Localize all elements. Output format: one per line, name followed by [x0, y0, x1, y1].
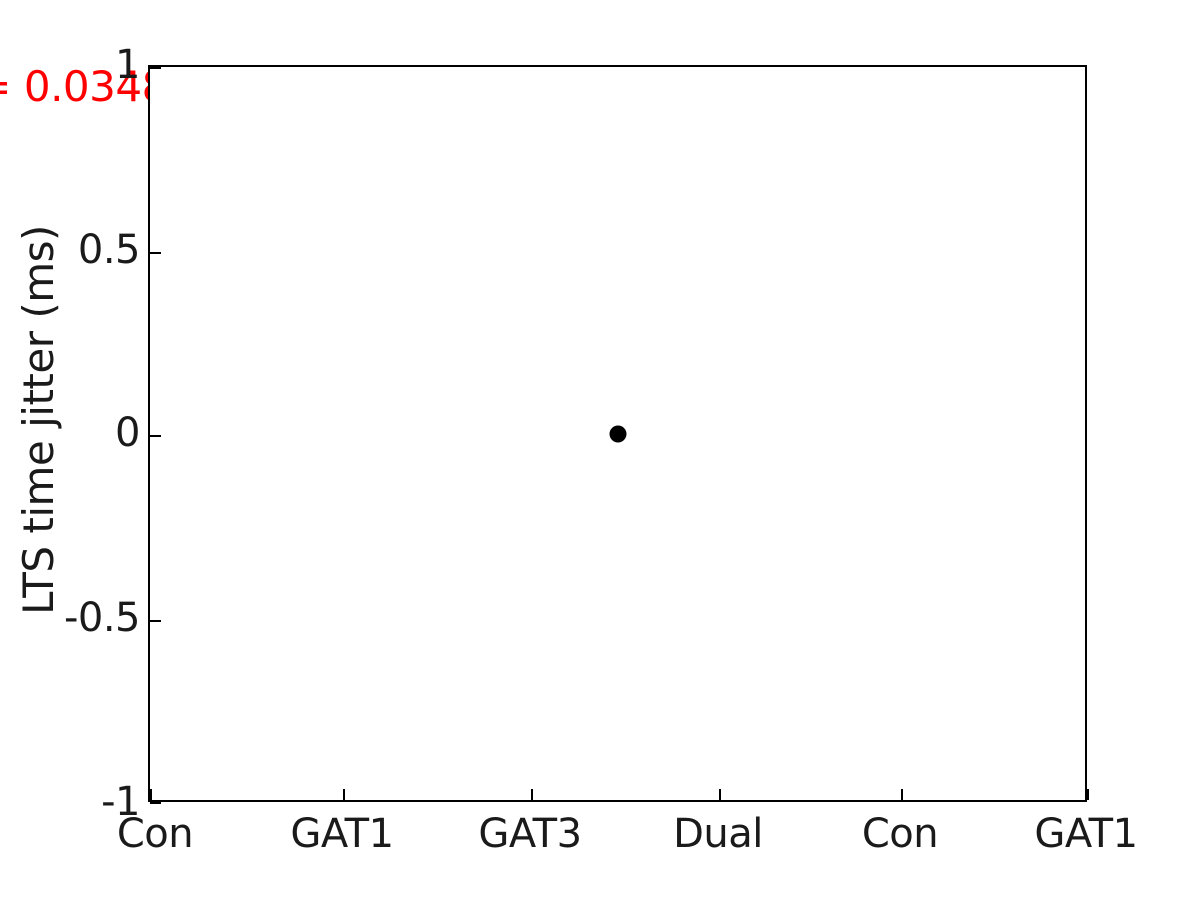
x-tick-label-gat1-2: GAT1: [1034, 811, 1138, 857]
x-tick-label-gat1-1: GAT1: [290, 811, 394, 857]
x-tick-mark-6: [1087, 789, 1089, 800]
x-tick-label-dual: Dual: [673, 811, 763, 857]
y-tick-label-1: 1: [115, 42, 140, 88]
y-tick-mark-minus-1: [150, 802, 161, 804]
y-tick-mark-1: [150, 67, 161, 69]
y-tick-mark-0: [150, 435, 161, 437]
y-tick-label-0.5: 0.5: [77, 227, 141, 273]
data-point-marker: [609, 425, 626, 442]
y-tick-label-minus-0.5: -0.5: [63, 595, 141, 641]
x-tick-label-con-2: Con: [861, 811, 939, 857]
y-tick-label-0: 0: [115, 410, 140, 456]
x-tick-mark-5: [901, 789, 903, 800]
y-tick-mark-minus-0.5: [150, 620, 161, 622]
y-tick-mark-0.5: [150, 252, 161, 254]
plot-area: [148, 65, 1089, 804]
x-tick-mark-4: [719, 789, 721, 800]
x-tick-mark-2: [343, 789, 345, 800]
x-tick-label-con-1: Con: [116, 811, 194, 857]
x-tick-mark-3: [531, 789, 533, 800]
x-tick-mark-1: [150, 789, 152, 800]
figure-canvas: ue = 0.034801 LTS time jitter (ms) 1 0.5…: [0, 0, 1200, 900]
x-tick-label-gat3: GAT3: [478, 811, 582, 857]
